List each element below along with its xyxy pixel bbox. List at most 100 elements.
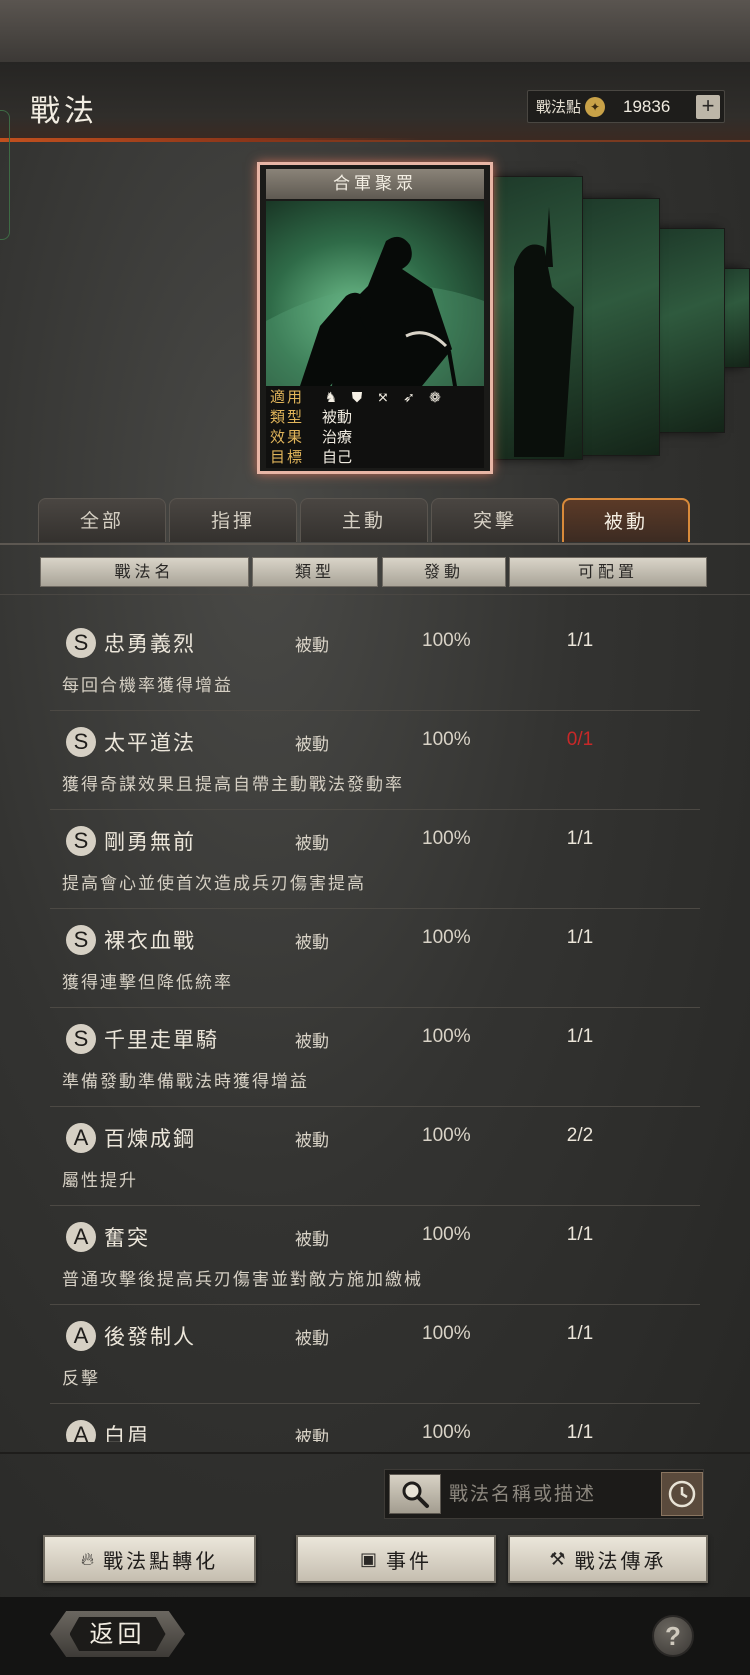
events-button[interactable]: ▣ 事件 [296, 1535, 496, 1583]
bow-icon: ⤧ [377, 390, 389, 406]
grade-badge: A [66, 1123, 96, 1153]
skill-type: 被動 [295, 735, 329, 755]
skill-description: 獲得奇謀效果且提高自帶主動戰法發動率 [62, 775, 404, 795]
column-headers: 戰法名 類型 發動 可配置 [40, 557, 710, 587]
wheel-icon: ❁ [429, 390, 441, 406]
skill-capacity: 2/2 [566, 1125, 594, 1146]
skill-name: 忠勇義烈 [104, 632, 196, 656]
skill-row[interactable]: S 裸衣血戰 被動 100% 1/1 獲得連擊但降低統率 [50, 909, 700, 1008]
info-key: 適用 [270, 388, 305, 406]
tab-active[interactable]: 主動 [300, 498, 428, 542]
skill-card-back[interactable] [493, 176, 583, 460]
skill-card-back[interactable] [578, 198, 660, 456]
search-input[interactable] [449, 1470, 649, 1518]
shield-icon: ⛊ [351, 390, 363, 406]
skill-description: 屬性提升 [62, 1171, 138, 1191]
warrior-silhouette-icon [514, 207, 574, 457]
info-value: 被動 [322, 408, 353, 426]
action-label: 戰法點轉化 [103, 1548, 219, 1573]
back-button-label: 返回 [69, 1617, 166, 1651]
skill-description: 每回合機率獲得增益 [62, 676, 233, 696]
skill-inherit-button[interactable]: ⚒ 戰法傳承 [508, 1535, 708, 1583]
featured-skill-title: 合軍聚眾 [266, 169, 484, 199]
skill-type: 被動 [295, 834, 329, 854]
skill-name: 太平道法 [104, 731, 196, 755]
info-value: 自己 [322, 448, 353, 466]
side-drawer-handle[interactable] [0, 110, 10, 240]
featured-skill-info: 適用 ♞ ⛊ ⤧ ➶ ❁ 類型 被動 效果 治療 目標 自己 [266, 386, 484, 468]
skill-capacity: 0/1 [566, 729, 594, 750]
skill-description: 準備發動準備戰法時獲得增益 [62, 1072, 309, 1092]
clock-icon [668, 1480, 696, 1508]
featured-skill-card[interactable]: 合軍聚眾 適用 ♞ ⛊ ⤧ ➶ ❁ 類型 被動 效果 治療 目標 自己 [257, 162, 493, 474]
skill-capacity: 1/1 [566, 1323, 594, 1344]
skill-card-back[interactable] [655, 228, 725, 433]
skill-capacity: 1/1 [566, 1026, 594, 1047]
skill-row[interactable]: S 剛勇無前 被動 100% 1/1 提高會心並使首次造成兵刃傷害提高 [50, 810, 700, 909]
column-header-name[interactable]: 戰法名 [40, 557, 249, 587]
search-bar [384, 1469, 704, 1519]
skill-row[interactable]: S 太平道法 被動 100% 0/1 獲得奇謀效果且提高自帶主動戰法發動率 [50, 711, 700, 810]
header-bar: 戰法 戰法點 ✦ 19836 + [0, 62, 750, 142]
skill-row[interactable]: A 百煉成鋼 被動 100% 2/2 屬性提升 [50, 1107, 700, 1206]
info-key: 目標 [270, 448, 305, 466]
skill-rate: 100% [422, 1422, 471, 1442]
skill-description: 提高會心並使首次造成兵刃傷害提高 [62, 874, 366, 894]
back-button[interactable]: 返回 [50, 1611, 185, 1657]
history-button[interactable] [661, 1472, 703, 1516]
skill-row[interactable]: A 後發制人 被動 100% 1/1 反擊 [50, 1305, 700, 1404]
skill-points-display: 戰法點 ✦ 19836 + [527, 90, 725, 123]
column-header-rate[interactable]: 發動 [382, 557, 506, 587]
list-bottom-divider [0, 1452, 750, 1454]
skill-category-tabs: 全部 指揮 主動 突擊 被動 [38, 498, 692, 542]
info-key: 效果 [270, 428, 305, 446]
tab-passive[interactable]: 被動 [562, 498, 690, 542]
info-row-applicable: 適用 ♞ ⛊ ⤧ ➶ ❁ [270, 387, 441, 407]
skill-type: 被動 [295, 1131, 329, 1151]
skill-rate: 100% [422, 1323, 471, 1344]
tab-all[interactable]: 全部 [38, 498, 166, 542]
skill-points-coin-icon: ✦ [585, 96, 606, 117]
top-banner [0, 0, 750, 62]
skill-row[interactable]: S 忠勇義烈 被動 100% 1/1 每回合機率獲得增益 [50, 612, 700, 711]
tab-assault[interactable]: 突擊 [431, 498, 559, 542]
skill-rate: 100% [422, 927, 471, 948]
skill-name: 白眉 [104, 1424, 150, 1442]
skill-description: 普通攻擊後提高兵刃傷害並對敵方施加繳械 [62, 1270, 423, 1290]
flame-icon: 🔥︎ [80, 1548, 98, 1570]
skill-points-convert-button[interactable]: 🔥︎ 戰法點轉化 [43, 1535, 256, 1583]
skill-type: 被動 [295, 1032, 329, 1052]
column-header-capacity[interactable]: 可配置 [509, 557, 707, 587]
skill-row[interactable]: A 白眉 被動 100% 1/1 [50, 1404, 700, 1442]
add-skill-points-button[interactable]: + [696, 95, 720, 119]
grade-badge: S [66, 1024, 96, 1054]
skill-capacity: 1/1 [566, 630, 594, 651]
header-divider [0, 594, 750, 595]
spear-icon: ➶ [403, 390, 415, 406]
skill-rate: 100% [422, 729, 471, 750]
grade-badge: A [66, 1222, 96, 1252]
tab-divider [0, 543, 750, 545]
grade-badge: S [66, 925, 96, 955]
skill-row[interactable]: A 奮突 被動 100% 1/1 普通攻擊後提高兵刃傷害並對敵方施加繳械 [50, 1206, 700, 1305]
skill-type: 被動 [295, 1428, 329, 1442]
skill-description: 獲得連擊但降低統率 [62, 973, 233, 993]
tab-command[interactable]: 指揮 [169, 498, 297, 542]
skill-capacity: 1/1 [566, 1422, 594, 1442]
skill-list[interactable]: S 忠勇義烈 被動 100% 1/1 每回合機率獲得增益 S 太平道法 被動 1… [50, 612, 700, 1442]
skill-rate: 100% [422, 1026, 471, 1047]
grade-badge: S [66, 727, 96, 757]
skill-description: 反擊 [62, 1369, 100, 1389]
action-label: 戰法傳承 [574, 1548, 667, 1573]
skill-rate: 100% [422, 630, 471, 651]
info-row-effect: 效果 治療 [270, 427, 352, 447]
skill-row[interactable]: S 千里走單騎 被動 100% 1/1 準備發動準備戰法時獲得增益 [50, 1008, 700, 1107]
info-value: 治療 [322, 428, 353, 446]
unit-type-icons: ♞ ⛊ ⤧ ➶ ❁ [322, 388, 444, 408]
search-button[interactable] [389, 1474, 441, 1514]
skill-name: 千里走單騎 [104, 1028, 219, 1052]
skill-name: 裸衣血戰 [104, 929, 196, 953]
column-header-type[interactable]: 類型 [252, 557, 378, 587]
help-button[interactable]: ? [652, 1615, 694, 1657]
skill-type: 被動 [295, 1329, 329, 1349]
